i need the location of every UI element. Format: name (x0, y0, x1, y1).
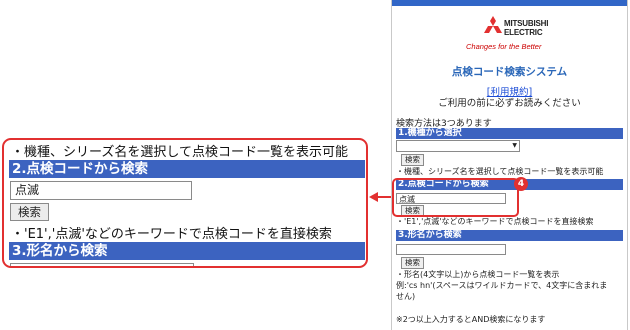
terms-note: ご利用の前に必ずお読みください (438, 98, 581, 109)
model-name-description-1: ・形名(4文字以上)から点検コード一覧を表示 (396, 270, 560, 279)
chevron-down-icon: ▼ (512, 142, 517, 149)
model-name-search-button[interactable]: 検索 (401, 257, 424, 269)
highlight-box (392, 178, 519, 217)
zoom-top-text: ・機種、シリーズ名を選択して点検コード一覧を表示可能 (11, 145, 348, 160)
mitsubishi-logo: MITSUBISHI ELECTRIC Changes for the Bett… (462, 16, 572, 56)
model-search-button[interactable]: 検索 (401, 154, 424, 166)
model-select[interactable]: ▼ (396, 140, 520, 152)
section-heading-model-name: 3.形名から検索 (396, 230, 623, 241)
model-description: ・機種、シリーズ名を選択して点検コード一覧を表示可能 (396, 167, 604, 176)
zoom-search-button[interactable]: 検索 (10, 203, 49, 221)
arrow-left-icon (369, 192, 378, 202)
mobile-page: MITSUBISHI ELECTRIC Changes for the Bett… (391, 0, 628, 330)
zoom-next-input[interactable] (10, 263, 194, 266)
zoom-callout: ・機種、シリーズ名を選択して点検コード一覧を表示可能 2.点検コードから検索 点… (2, 138, 368, 268)
top-bar (392, 0, 627, 6)
page-title: 点検コード検索システム (451, 66, 568, 78)
brand-tagline: Changes for the Better (466, 42, 542, 51)
callout-arrow-line (377, 196, 391, 198)
section-heading-model: 1.機種から選択 (396, 128, 623, 139)
code-description: ・'E1','点滅'などのキーワードで点検コードを直接検索 (396, 217, 594, 226)
model-name-description-2: 例:'cs hn'(スペースはワイルドカードで、4文字に含まれま (396, 281, 608, 290)
zoom-next-heading: 3.形名から検索 (9, 242, 365, 260)
model-name-input[interactable] (396, 244, 506, 255)
and-search-note: ※2つ以上入力するとAND検索になります (396, 315, 546, 324)
brand-name-line2: ELECTRIC (504, 28, 543, 37)
three-diamonds-icon (484, 16, 502, 33)
model-name-description-3: せん) (396, 292, 416, 301)
brand-name-line1: MITSUBISHI (504, 19, 549, 28)
zoom-code-input[interactable]: 点滅 (10, 181, 192, 200)
step-badge: 4 (514, 177, 528, 191)
zoom-description: ・'E1','点滅'などのキーワードで点検コードを直接検索 (11, 227, 332, 242)
zoom-section-heading: 2.点検コードから検索 (9, 160, 365, 178)
